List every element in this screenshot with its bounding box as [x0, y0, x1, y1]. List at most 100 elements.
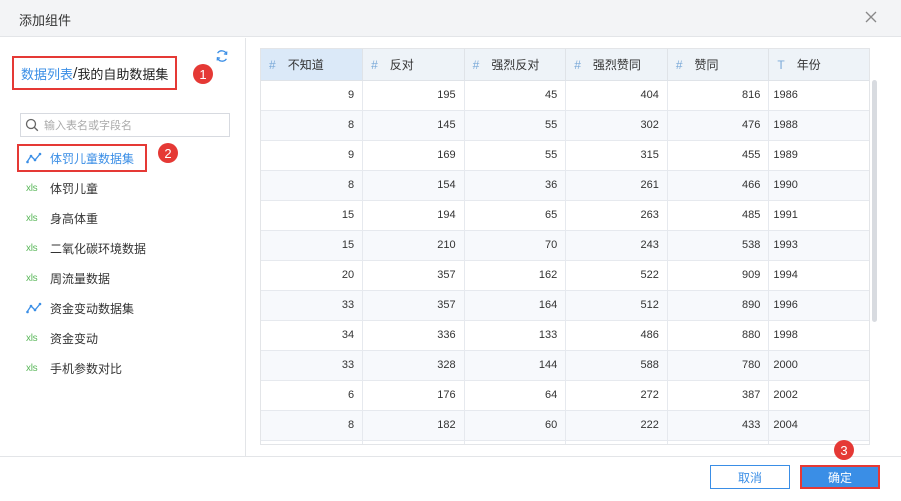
table-cell — [261, 440, 364, 444]
table-cell: 387 — [667, 380, 770, 411]
xls-icon: xls — [26, 332, 38, 344]
table-cell: 890 — [667, 290, 770, 321]
search-input[interactable] — [44, 118, 224, 132]
column-header[interactable]: # 不知道 — [261, 49, 364, 81]
table-row: 6 176 64 272 387 2002 — [261, 380, 869, 411]
table-cell: 588 — [565, 350, 668, 381]
table-cell: 522 — [565, 260, 668, 291]
table-cell: 261 — [565, 170, 668, 201]
table-cell: 476 — [667, 110, 770, 141]
close-icon[interactable] — [863, 9, 879, 25]
xls-icon: xls — [26, 362, 38, 374]
table-cell: 9 — [261, 140, 364, 171]
breadcrumb-root-link[interactable]: 数据列表 — [21, 64, 73, 83]
table-cell: 1996 — [768, 290, 869, 321]
table-cell: 466 — [667, 170, 770, 201]
table-cell: 33 — [261, 290, 364, 321]
table-cell: 15 — [261, 230, 364, 261]
xls-icon: xls — [26, 212, 38, 224]
data-table: # 不知道 # 反对 # 强烈反对 # 强烈赞同 # 赞同 T 年份 9 195 45 404 81… — [261, 49, 869, 444]
table-row: 33 357 164 512 890 1996 — [261, 290, 869, 321]
column-header[interactable]: # 反对 — [362, 49, 465, 81]
annotation-highlight — [17, 144, 147, 172]
table-cell: 1988 — [768, 110, 869, 141]
table-row: 34 336 133 486 880 1998 — [261, 320, 869, 351]
self-service-dataset-icon — [26, 302, 44, 314]
table-cell: 133 — [464, 320, 567, 351]
table-scrollbar[interactable] — [872, 80, 877, 322]
table-cell: 315 — [565, 140, 668, 171]
confirm-button[interactable]: 确定 — [800, 465, 880, 489]
number-type-icon: # — [574, 57, 581, 72]
data-preview: # 不知道 # 反对 # 强烈反对 # 强烈赞同 # 赞同 T 年份 9 195 45 404 81… — [260, 48, 870, 445]
breadcrumb-current: 我的自助数据集 — [77, 67, 169, 83]
table-row: 8 182 60 222 433 2004 — [261, 410, 869, 441]
table-cell: 433 — [667, 410, 770, 441]
table-row: 9 169 55 315 455 1989 — [261, 140, 869, 171]
table-cell: 1993 — [768, 230, 869, 261]
number-type-icon: # — [269, 57, 276, 72]
table-row: 9 195 45 404 816 1986 — [261, 80, 869, 111]
table-cell — [362, 440, 465, 444]
dataset-item-label: 周流量数据 — [50, 271, 111, 286]
table-cell: 1989 — [768, 140, 869, 171]
table-cell: 1990 — [768, 170, 869, 201]
dataset-item-5[interactable]: 资金变动数据集 — [0, 293, 246, 323]
dataset-item-6[interactable]: xls 资金变动 — [0, 323, 246, 353]
dataset-item-3[interactable]: xls 二氧化碳环境数据 — [0, 233, 246, 263]
annotation-badge-1: 1 — [193, 64, 213, 84]
table-cell: 6 — [261, 380, 364, 411]
table-cell: 45 — [464, 80, 567, 111]
search-icon — [25, 118, 39, 132]
table-cell: 263 — [565, 200, 668, 231]
table-cell: 302 — [565, 110, 668, 141]
dataset-item-label: 资金变动 — [50, 331, 99, 346]
table-cell: 2004 — [768, 410, 869, 441]
column-header[interactable]: # 赞同 — [667, 49, 770, 81]
dataset-item-label: 体罚儿童 — [50, 181, 99, 196]
table-cell — [464, 440, 567, 444]
table-cell: 485 — [667, 200, 770, 231]
table-row: 15 210 70 243 538 1993 — [261, 230, 869, 261]
number-type-icon: # — [675, 57, 683, 72]
annotation-badge-2: 2 — [158, 143, 178, 163]
table-cell: 194 — [362, 200, 465, 231]
dataset-item-0[interactable]: 体罚儿童数据集 2 — [0, 143, 246, 173]
table-cell — [768, 440, 869, 444]
table-cell: 70 — [464, 230, 567, 261]
column-header[interactable]: # 强烈反对 — [464, 49, 567, 81]
dialog-titlebar: 添加组件 — [0, 0, 901, 37]
table-cell: 328 — [362, 350, 465, 381]
table-cell: 195 — [362, 80, 465, 111]
table-cell: 55 — [464, 110, 567, 141]
refresh-icon[interactable] — [215, 49, 229, 63]
table-cell: 1998 — [768, 320, 869, 351]
dataset-item-1[interactable]: xls 体罚儿童 — [0, 173, 246, 203]
table-cell: 909 — [667, 260, 770, 291]
table-row: 8 154 36 261 466 1990 — [261, 170, 869, 201]
table-cell: 512 — [565, 290, 668, 321]
table-cell: 404 — [565, 80, 668, 111]
table-cell: 176 — [362, 380, 465, 411]
number-type-icon: # — [371, 57, 378, 72]
dataset-item-7[interactable]: xls 手机参数对比 — [0, 353, 246, 383]
table-cell — [565, 440, 668, 444]
cancel-button[interactable]: 取消 — [710, 465, 790, 489]
table-cell: 55 — [464, 140, 567, 171]
table-header-row: # 不知道 # 反对 # 强烈反对 # 强烈赞同 # 赞同 T 年份 — [261, 49, 869, 81]
xls-icon: xls — [26, 242, 38, 254]
table-row: 15 194 65 263 485 1991 — [261, 200, 869, 231]
breadcrumb: 数据列表 / 我的自助数据集 — [12, 56, 178, 90]
dataset-item-2[interactable]: xls 身高体重 — [0, 203, 246, 233]
search-box — [20, 113, 230, 137]
table-cell: 65 — [464, 200, 567, 231]
column-header[interactable]: T 年份 — [768, 49, 869, 81]
column-header[interactable]: # 强烈赞同 — [565, 49, 668, 81]
dataset-item-4[interactable]: xls 周流量数据 — [0, 263, 246, 293]
table-cell: 9 — [261, 80, 364, 111]
table-cell: 60 — [464, 410, 567, 441]
table-row: 33 328 144 588 780 2000 — [261, 350, 869, 381]
dataset-item-label: 资金变动数据集 — [50, 301, 135, 316]
table-cell: 222 — [565, 410, 668, 441]
table-cell: 64 — [464, 380, 567, 411]
